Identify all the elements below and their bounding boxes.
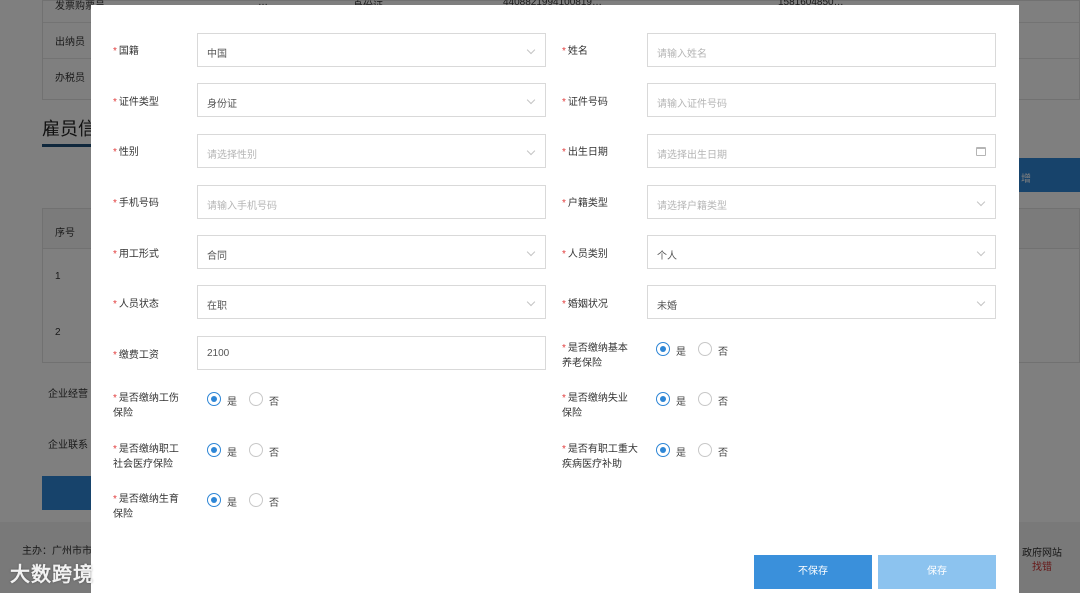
chevron-down-icon <box>526 247 536 257</box>
chevron-down-icon <box>526 95 536 105</box>
gender-label: * 性别 <box>113 147 139 158</box>
yes-label: 是 <box>676 448 686 459</box>
unemployment-yes-radio[interactable] <box>656 392 670 406</box>
cert-no-input[interactable]: 请输入证件号码 <box>647 83 996 117</box>
no-label: 否 <box>718 448 728 459</box>
yes-label: 是 <box>227 448 237 459</box>
maternity-yes-radio[interactable] <box>207 493 221 507</box>
cert-type-select[interactable]: 身份证 <box>197 83 546 117</box>
marital-status-select[interactable]: 未婚 <box>647 285 996 319</box>
maternity-insurance-label: * 是否缴纳生育 保险 <box>113 494 179 520</box>
name-placeholder: 请输入姓名 <box>657 49 707 60</box>
major-illness-yes-radio[interactable] <box>656 443 670 457</box>
medical-insurance-label: * 是否缴纳职工 社会医疗保险 <box>113 444 179 470</box>
maternity-no-radio[interactable] <box>249 493 263 507</box>
yes-label: 是 <box>227 498 237 509</box>
phone-label: * 手机号码 <box>113 198 159 209</box>
maternity-insurance-radio: 是 否 <box>207 493 287 509</box>
staff-status-label: * 人员状态 <box>113 299 159 310</box>
watermark-logo: 大数跨境 <box>10 564 94 586</box>
cert-no-placeholder: 请输入证件号码 <box>657 99 727 110</box>
major-illness-no-radio[interactable] <box>698 443 712 457</box>
injury-insurance-radio: 是 否 <box>207 392 287 408</box>
employment-form-label: * 用工形式 <box>113 249 159 260</box>
household-type-label: * 户籍类型 <box>562 198 608 209</box>
medical-yes-radio[interactable] <box>207 443 221 457</box>
pension-yes-radio[interactable] <box>656 342 670 356</box>
injury-insurance-label: * 是否缴纳工伤 保险 <box>113 393 179 419</box>
salary-input[interactable]: 2100 <box>197 336 546 370</box>
save-button[interactable]: 保存 <box>878 555 996 589</box>
birth-date-label: * 出生日期 <box>562 147 608 158</box>
medical-no-radio[interactable] <box>249 443 263 457</box>
no-label: 否 <box>269 498 279 509</box>
chevron-down-icon <box>526 146 536 156</box>
cert-no-label: * 证件号码 <box>562 97 608 108</box>
unemployment-insurance-label: * 是否缴纳失业 保险 <box>562 393 628 419</box>
do-not-save-button[interactable]: 不保存 <box>754 555 872 589</box>
chevron-down-icon <box>976 197 986 207</box>
marital-status-label: * 婚姻状况 <box>562 299 608 310</box>
no-label: 否 <box>718 347 728 358</box>
pension-insurance-label: * 是否缴纳基本 养老保险 <box>562 343 628 369</box>
nationality-label: * 国籍 <box>113 46 139 57</box>
name-label: * 姓名 <box>562 46 588 57</box>
major-illness-radio: 是 否 <box>656 443 736 459</box>
employee-form-modal: * 国籍 中国 * 证件类型 身份证 * 性别 请选择性别 * 手机号码 请输入手机号码… <box>91 5 1019 593</box>
no-label: 否 <box>718 397 728 408</box>
injury-yes-radio[interactable] <box>207 392 221 406</box>
phone-placeholder: 请输入手机号码 <box>207 201 277 212</box>
unemployment-no-radio[interactable] <box>698 392 712 406</box>
no-label: 否 <box>269 397 279 408</box>
staff-category-label: * 人员类别 <box>562 249 608 260</box>
cert-type-value: 身份证 <box>207 99 237 110</box>
chevron-down-icon <box>976 297 986 307</box>
gender-placeholder: 请选择性别 <box>207 150 257 161</box>
unemployment-insurance-radio: 是 否 <box>656 392 736 408</box>
birth-date-picker[interactable]: 请选择出生日期 <box>647 134 996 168</box>
employment-form-value: 合同 <box>207 251 227 262</box>
major-illness-label: * 是否有职工重大 疾病医疗补助 <box>562 444 638 470</box>
pension-insurance-radio: 是 否 <box>656 342 736 358</box>
household-type-placeholder: 请选择户籍类型 <box>657 201 727 212</box>
injury-no-radio[interactable] <box>249 392 263 406</box>
gender-select[interactable]: 请选择性别 <box>197 134 546 168</box>
birth-date-placeholder: 请选择出生日期 <box>657 150 727 161</box>
phone-input[interactable]: 请输入手机号码 <box>197 185 546 219</box>
chevron-down-icon <box>976 247 986 257</box>
chevron-down-icon <box>526 45 536 55</box>
medical-insurance-radio: 是 否 <box>207 443 287 459</box>
salary-label: * 缴费工资 <box>113 350 159 361</box>
yes-label: 是 <box>676 347 686 358</box>
yes-label: 是 <box>676 397 686 408</box>
staff-status-select[interactable]: 在职 <box>197 285 546 319</box>
salary-value: 2100 <box>207 348 230 359</box>
household-type-select[interactable]: 请选择户籍类型 <box>647 185 996 219</box>
staff-status-value: 在职 <box>207 301 227 312</box>
nationality-value: 中国 <box>207 49 227 60</box>
nationality-select[interactable]: 中国 <box>197 33 546 67</box>
staff-category-select[interactable]: 个人 <box>647 235 996 269</box>
yes-label: 是 <box>227 397 237 408</box>
calendar-icon[interactable] <box>976 147 986 156</box>
pension-no-radio[interactable] <box>698 342 712 356</box>
no-label: 否 <box>269 448 279 459</box>
cert-type-label: * 证件类型 <box>113 97 159 108</box>
staff-category-value: 个人 <box>657 251 677 262</box>
marital-status-value: 未婚 <box>657 301 677 312</box>
chevron-down-icon <box>526 297 536 307</box>
name-input[interactable]: 请输入姓名 <box>647 33 996 67</box>
employment-form-select[interactable]: 合同 <box>197 235 546 269</box>
